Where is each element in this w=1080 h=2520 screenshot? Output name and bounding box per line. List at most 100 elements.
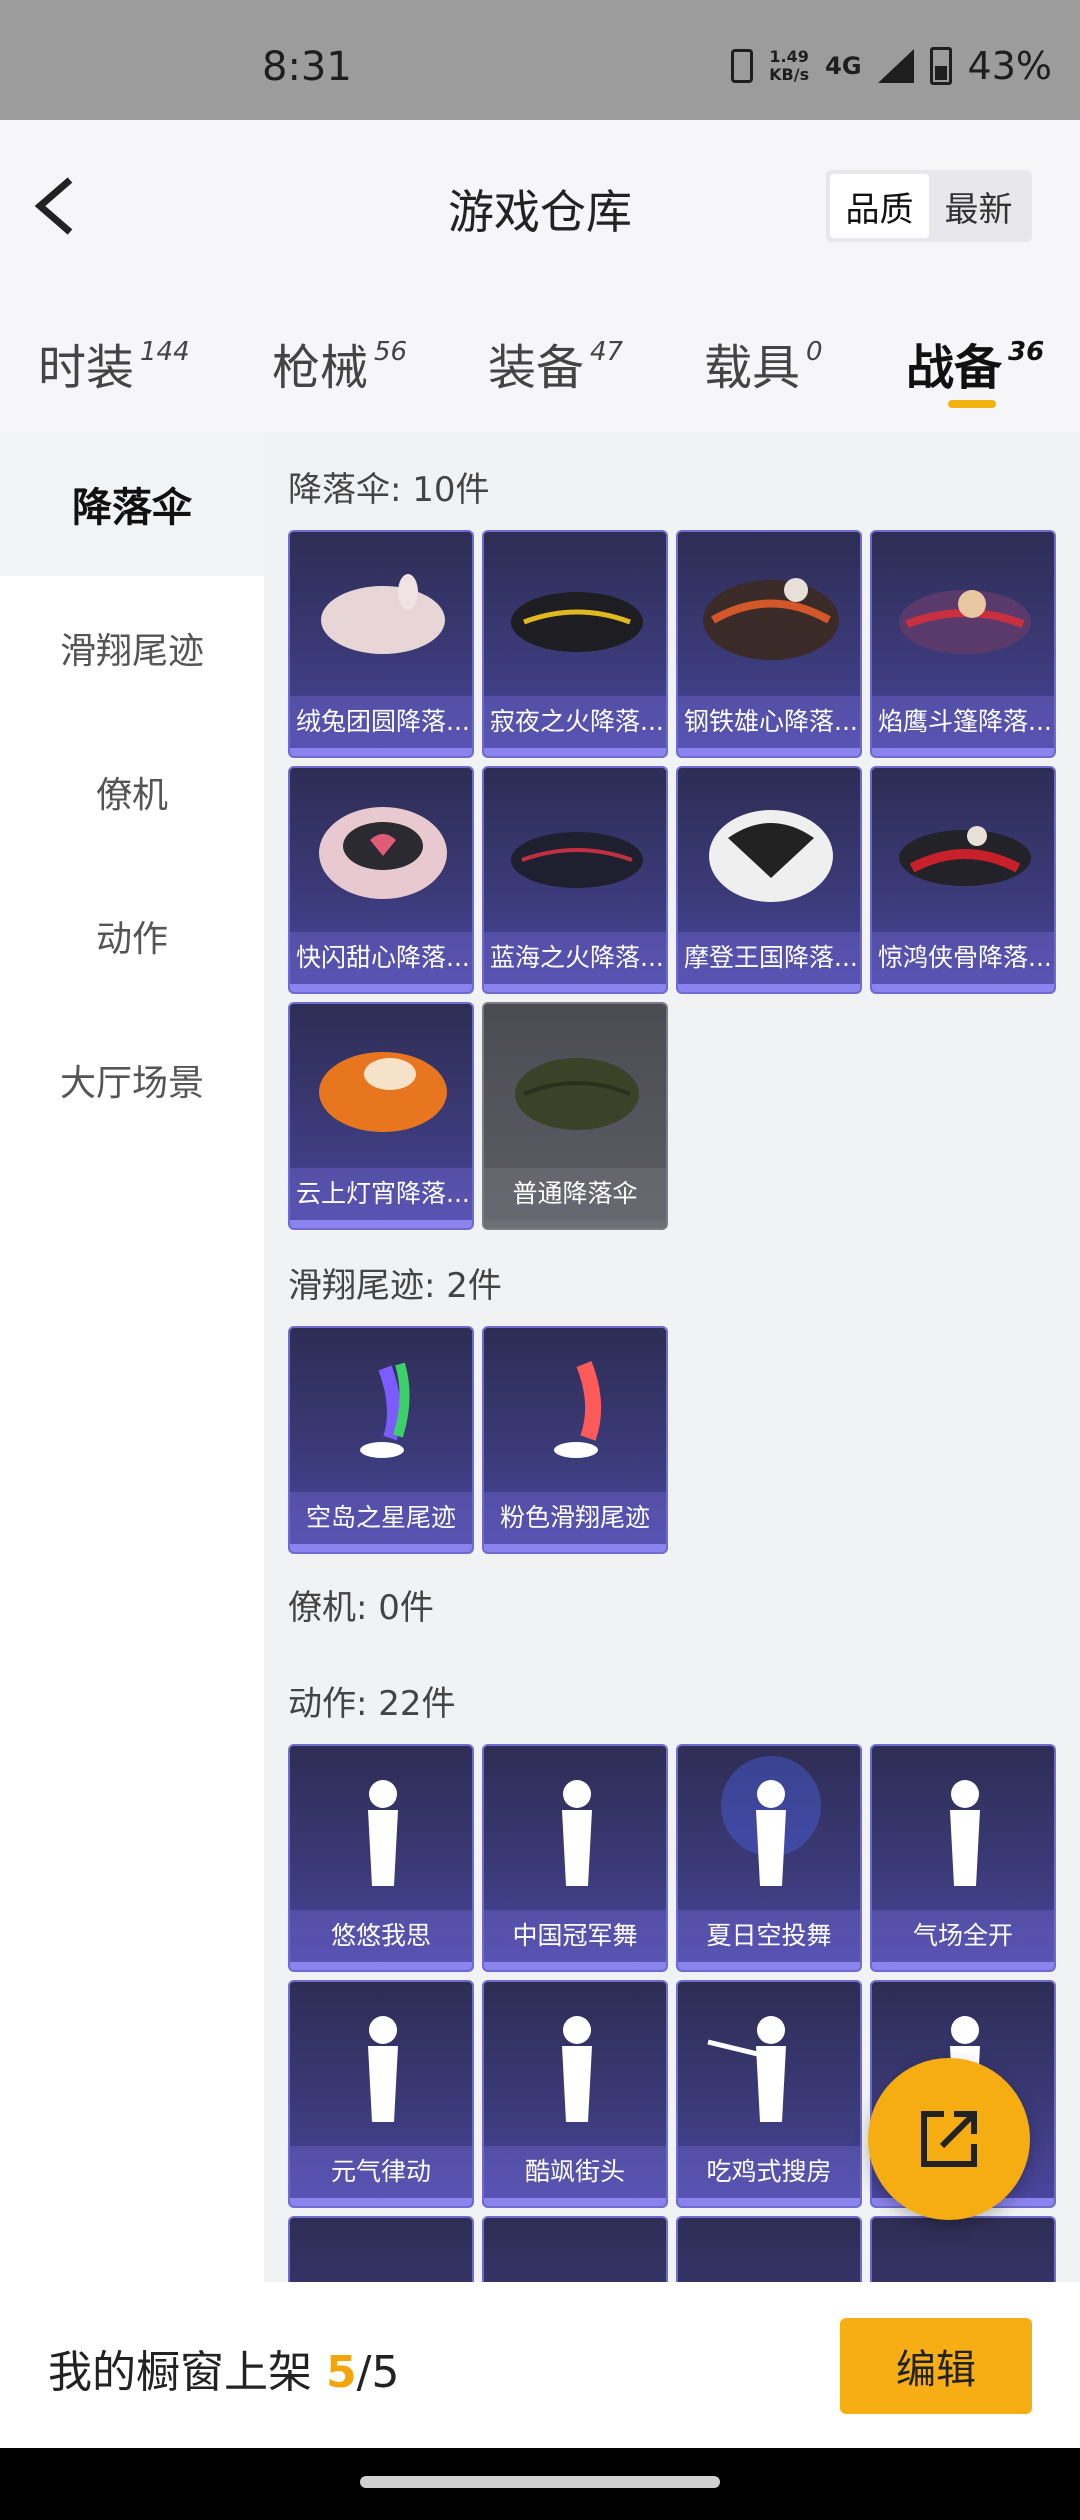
item-card[interactable]	[288, 2216, 474, 2282]
parachute-icon	[321, 574, 445, 654]
item-card[interactable]: 蓝海之火降落...	[482, 766, 668, 994]
trail-icon	[554, 1361, 602, 1458]
parachute-icon	[515, 1058, 639, 1130]
parachute-icon	[511, 592, 643, 652]
item-label: 普通降落伞	[484, 1168, 666, 1220]
parachute-icon	[319, 1052, 447, 1132]
item-label: 吃鸡式搜房	[678, 2146, 860, 2198]
item-card[interactable]: 惊鸿侠骨降落...	[870, 766, 1056, 994]
tab-count: 0	[806, 337, 823, 367]
item-card[interactable]	[482, 2216, 668, 2282]
emote-figure-icon	[562, 1780, 592, 1886]
parachute-icon	[899, 590, 1031, 654]
emote-figure-icon	[368, 1780, 398, 1886]
tab-fashion[interactable]: 时装 144	[38, 328, 190, 398]
sort-newest-button[interactable]: 最新	[929, 174, 1028, 238]
system-nav-bar	[0, 2448, 1080, 2520]
item-label: 元气律动	[290, 2146, 472, 2198]
item-label: 悠悠我思	[290, 1910, 472, 1962]
item-card[interactable]	[676, 2216, 862, 2282]
net-speed-value: 1.49	[769, 47, 809, 66]
item-label: 气场全开	[872, 1910, 1054, 1962]
status-time: 8:31	[262, 44, 352, 90]
item-label: 快闪甜心降落...	[290, 932, 472, 984]
item-card[interactable]: 酷飒街头	[482, 1980, 668, 2208]
tab-label: 枪械	[272, 340, 369, 396]
item-grid-area: 降落伞: 10件 绒兔团圆降落... 寂夜之火降落... 钢铁雄心降落... 焰…	[264, 432, 1080, 2282]
parachute-icon	[709, 810, 833, 902]
section-title-wingman: 僚机: 0件	[288, 1588, 434, 1628]
item-card[interactable]: 元气律动	[288, 1980, 474, 2208]
tab-label: 载具	[704, 340, 801, 396]
emote-figure-icon	[721, 1756, 821, 1886]
tab-count: 56	[374, 337, 408, 367]
item-label: 夏日空投舞	[678, 1910, 860, 1962]
item-card[interactable]: 气场全开	[870, 1744, 1056, 1972]
emote-figure-icon	[562, 2016, 592, 2122]
section-title-parachute: 降落伞: 10件	[288, 470, 490, 510]
emote-figure-icon	[368, 2016, 398, 2122]
sort-quality-button[interactable]: 品质	[830, 174, 929, 238]
emote-figure-icon	[950, 1780, 980, 1886]
item-card[interactable]: 钢铁雄心降落...	[676, 530, 862, 758]
tab-weapons[interactable]: 枪械 56	[272, 328, 407, 398]
showcase-status: 我的橱窗上架 5/5	[48, 2336, 399, 2400]
item-label: 粉色滑翔尾迹	[484, 1492, 666, 1544]
item-card[interactable]	[870, 2216, 1056, 2282]
item-card[interactable]: 吃鸡式搜房	[676, 1980, 862, 2208]
parachute-icon	[511, 832, 643, 888]
item-label: 中国冠军舞	[484, 1910, 666, 1962]
sidebar: 降落伞 滑翔尾迹 僚机 动作 大厅场景	[0, 432, 264, 2282]
item-card[interactable]: 寂夜之火降落...	[482, 530, 668, 758]
item-card[interactable]: 悠悠我思	[288, 1744, 474, 1972]
net-speed: 1.49 KB/s	[769, 48, 809, 84]
share-fab-button[interactable]	[868, 2058, 1030, 2220]
item-label: 寂夜之火降落...	[484, 696, 666, 748]
item-label: 摩登王国降落...	[678, 932, 860, 984]
tab-label: 装备	[488, 340, 585, 396]
sidebar-item-wingman[interactable]: 僚机	[0, 720, 264, 864]
item-card[interactable]: 普通降落伞	[482, 1002, 668, 1230]
bottom-bar: 我的橱窗上架 5/5 编辑	[0, 2282, 1080, 2448]
item-card[interactable]: 粉色滑翔尾迹	[482, 1326, 668, 1554]
item-card[interactable]: 空岛之星尾迹	[288, 1326, 474, 1554]
edit-button[interactable]: 编辑	[840, 2318, 1032, 2414]
tab-label: 时装	[38, 340, 135, 396]
parachute-icon	[703, 578, 839, 660]
battery-level: 43%	[967, 44, 1052, 88]
sidebar-item-lobby-scene[interactable]: 大厅场景	[0, 1008, 264, 1152]
category-tabs: 时装 144 枪械 56 装备 47 载具 0 战备 36	[0, 290, 1080, 432]
item-card[interactable]: 绒兔团圆降落...	[288, 530, 474, 758]
tab-supplies[interactable]: 战备 36	[906, 328, 1044, 398]
item-card[interactable]: 焰鹰斗篷降落...	[870, 530, 1056, 758]
header: 游戏仓库 品质 最新	[0, 120, 1080, 290]
item-label: 酷飒街头	[484, 2146, 666, 2198]
item-card[interactable]: 快闪甜心降落...	[288, 766, 474, 994]
section-title-emote: 动作: 22件	[288, 1684, 456, 1724]
sort-toggle: 品质 最新	[826, 170, 1032, 242]
item-card[interactable]: 云上灯宵降落...	[288, 1002, 474, 1230]
network-type: 4G	[825, 52, 862, 80]
showcase-label: 我的橱窗上架	[48, 2347, 312, 2398]
item-card[interactable]: 中国冠军舞	[482, 1744, 668, 1972]
status-bar: 8:31 1.49 KB/s 4G 43%	[0, 0, 1080, 120]
tab-equipment[interactable]: 装备 47	[488, 328, 623, 398]
net-speed-unit: KB/s	[769, 65, 810, 84]
active-tab-indicator	[948, 400, 996, 408]
sidebar-item-emote[interactable]: 动作	[0, 864, 264, 1008]
sidebar-item-parachute[interactable]: 降落伞	[0, 432, 264, 576]
tab-vehicles[interactable]: 载具 0	[704, 328, 823, 398]
item-card[interactable]: 夏日空投舞	[676, 1744, 862, 1972]
item-label: 惊鸿侠骨降落...	[872, 932, 1054, 984]
tab-count: 144	[140, 337, 190, 367]
item-label: 钢铁雄心降落...	[678, 696, 860, 748]
home-gesture-handle[interactable]	[360, 2476, 720, 2488]
item-label: 绒兔团圆降落...	[290, 696, 472, 748]
sidebar-item-trail[interactable]: 滑翔尾迹	[0, 576, 264, 720]
tab-label: 战备	[906, 340, 1003, 396]
item-label: 空岛之星尾迹	[290, 1492, 472, 1544]
tab-count: 47	[590, 337, 624, 367]
item-card[interactable]: 摩登王国降落...	[676, 766, 862, 994]
status-icons: 1.49 KB/s 4G 43%	[731, 44, 1052, 88]
item-label: 云上灯宵降落...	[290, 1168, 472, 1220]
